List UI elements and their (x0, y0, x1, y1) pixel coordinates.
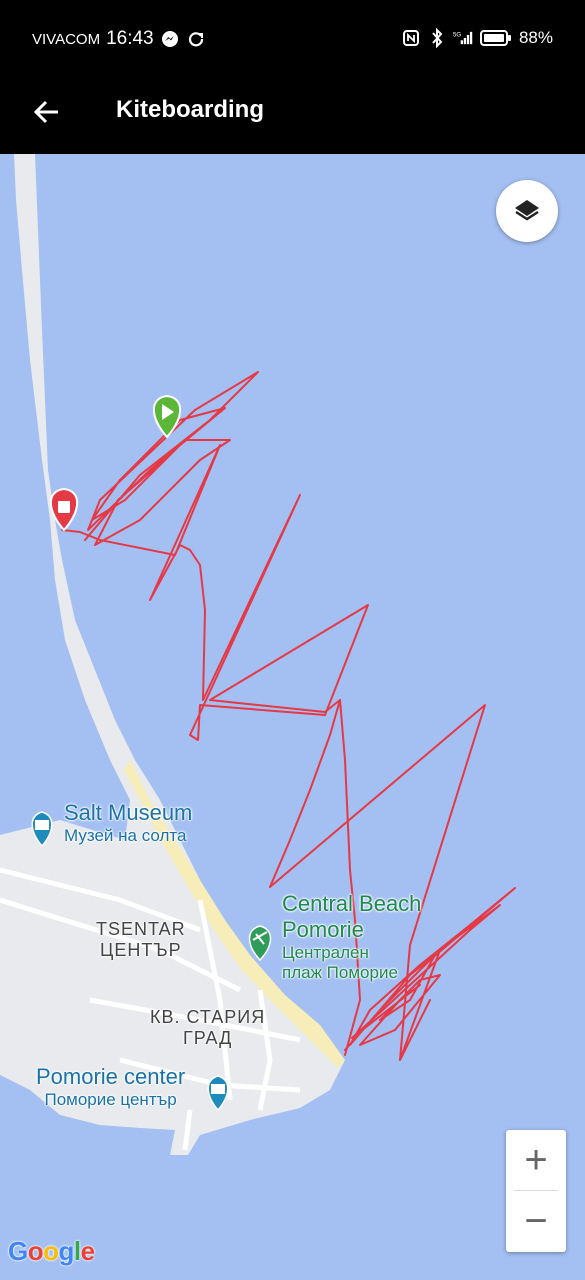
map-canvas (0, 154, 516, 1155)
zoom-out-button[interactable]: − (506, 1191, 566, 1251)
map-view[interactable]: Salt Museum Музей на солта Central Beach… (0, 154, 585, 1280)
central-beach-local-1: Централен (282, 943, 369, 962)
start-marker[interactable] (152, 394, 182, 439)
tsentar-line2: ЦЕНТЪР (100, 940, 182, 960)
back-button[interactable] (28, 94, 64, 130)
stop-icon (58, 501, 70, 513)
layers-button[interactable] (496, 180, 558, 242)
central-beach-name-1: Central Beach (282, 891, 422, 916)
landmark-icon (211, 1084, 225, 1094)
stariya-grad-label: КВ. СТАРИЯ ГРАД (150, 1007, 265, 1049)
signal-5g-icon: 5G (453, 28, 473, 48)
nfc-icon (401, 28, 421, 48)
salt-museum-label[interactable]: Salt Museum Музей на солта (64, 800, 192, 846)
museum-icon (35, 820, 49, 830)
bluetooth-icon (427, 28, 447, 48)
sync-icon (186, 29, 206, 49)
tsentar-line1: TSENTAR (96, 919, 186, 939)
stariya-grad-line1: КВ. СТАРИЯ (150, 1007, 266, 1027)
central-beach-label[interactable]: Central Beach Pomorie Централен плаж Пом… (282, 891, 421, 983)
pomorie-center-name: Pomorie center (36, 1064, 186, 1089)
messenger-icon (160, 29, 180, 49)
zoom-in-button[interactable]: + (506, 1130, 566, 1190)
central-beach-name-2: Pomorie (282, 917, 364, 942)
battery-percentage: 88% (518, 28, 553, 47)
carrier-name: VIVACOM (32, 30, 101, 48)
pomorie-center-local: Поморие център (44, 1090, 177, 1109)
app-bar: Kiteboarding (0, 80, 585, 154)
tsentar-label: TSENTAR ЦЕНТЪР (96, 919, 186, 961)
page-title: Kiteboarding (116, 96, 264, 123)
zoom-controls: + − (506, 1130, 566, 1252)
salt-museum-local: Музей на солта (64, 826, 187, 845)
clock: 16:43 (106, 28, 154, 49)
pomorie-center-label[interactable]: Pomorie center Поморие център (36, 1064, 185, 1110)
svg-text:5G: 5G (453, 31, 461, 38)
central-beach-pin[interactable] (248, 925, 272, 962)
google-logo: Google (8, 1236, 95, 1266)
central-beach-local-2: плаж Поморие (282, 963, 398, 982)
stariya-grad-line2: ГРАД (182, 1028, 233, 1048)
arrow-left-icon (33, 100, 58, 124)
status-bar: VIVACOM 16:43 5G 88% (0, 0, 585, 80)
layers-icon (515, 200, 539, 221)
battery-icon (479, 28, 513, 48)
salt-museum-name: Salt Museum (64, 800, 193, 825)
